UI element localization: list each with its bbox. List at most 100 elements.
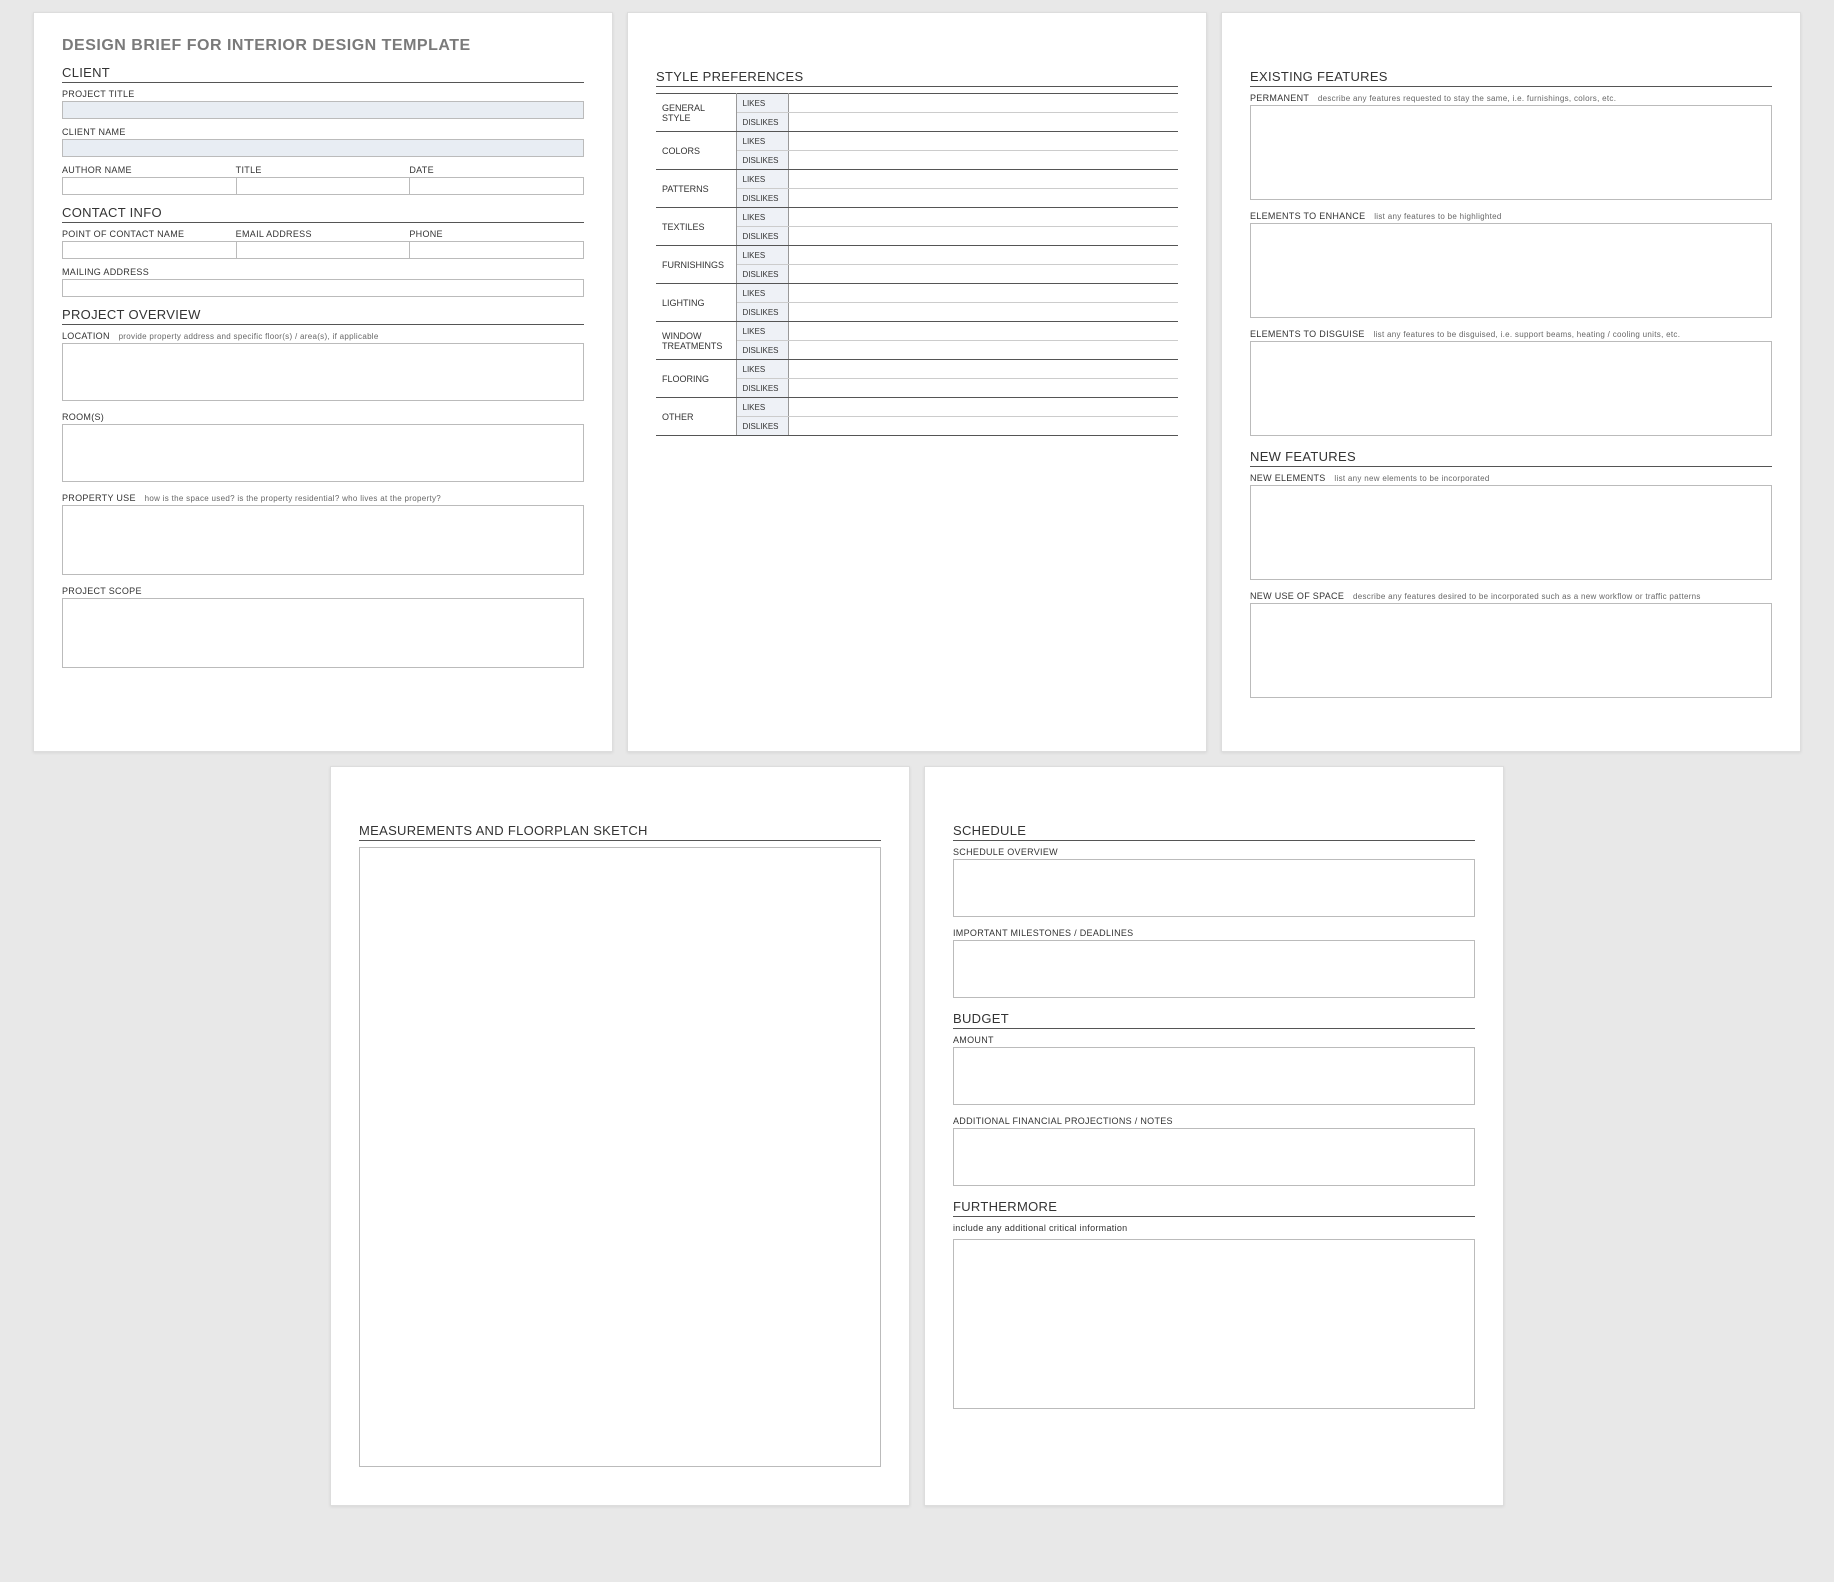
page-5: SCHEDULE SCHEDULE OVERVIEW IMPORTANT MIL… xyxy=(924,766,1504,1506)
pref-dislikes-label: DISLIKES xyxy=(736,189,788,208)
input-disguise[interactable] xyxy=(1250,341,1772,436)
field-schedule-overview: SCHEDULE OVERVIEW xyxy=(953,847,1475,920)
pref-dislikes-value[interactable] xyxy=(788,113,1178,132)
input-email[interactable] xyxy=(236,241,411,259)
pref-likes-value[interactable] xyxy=(788,208,1178,227)
input-phone[interactable] xyxy=(409,241,584,259)
pref-dislikes-value[interactable] xyxy=(788,417,1178,436)
input-milestones[interactable] xyxy=(953,940,1475,998)
field-milestones: IMPORTANT MILESTONES / DEADLINES xyxy=(953,928,1475,1001)
section-furthermore: FURTHERMORE xyxy=(953,1199,1475,1217)
label-disguise-text: ELEMENTS TO DISGUISE xyxy=(1250,329,1365,339)
pref-likes-value[interactable] xyxy=(788,94,1178,113)
section-existing-features: EXISTING FEATURES xyxy=(1250,69,1772,87)
pref-category: PATTERNS xyxy=(656,170,736,208)
pref-dislikes-value[interactable] xyxy=(788,341,1178,360)
field-permanent: PERMANENT describe any features requeste… xyxy=(1250,93,1772,203)
label-schedule-overview: SCHEDULE OVERVIEW xyxy=(953,847,1475,857)
input-project-title[interactable] xyxy=(62,101,584,119)
label-phone: PHONE xyxy=(409,229,584,239)
label-new-use: NEW USE OF SPACE describe any features d… xyxy=(1250,591,1772,601)
page-4: MEASUREMENTS AND FLOORPLAN SKETCH xyxy=(330,766,910,1506)
input-mailing[interactable] xyxy=(62,279,584,297)
label-rooms: ROOM(S) xyxy=(62,412,584,422)
floorplan-sketch-area[interactable] xyxy=(359,847,881,1467)
section-client: CLIENT xyxy=(62,65,584,83)
label-date: DATE xyxy=(409,165,584,175)
pref-likes-value[interactable] xyxy=(788,170,1178,189)
page-1: DESIGN BRIEF FOR INTERIOR DESIGN TEMPLAT… xyxy=(33,12,613,752)
pref-likes-value[interactable] xyxy=(788,398,1178,417)
pref-dislikes-label: DISLIKES xyxy=(736,417,788,436)
field-client-name: CLIENT NAME xyxy=(62,127,584,157)
input-client-name[interactable] xyxy=(62,139,584,157)
hint-enhance: list any features to be highlighted xyxy=(1374,212,1501,221)
label-mailing: MAILING ADDRESS xyxy=(62,267,584,277)
pref-dislikes-value[interactable] xyxy=(788,303,1178,322)
pref-dislikes-label: DISLIKES xyxy=(736,113,788,132)
section-new-features: NEW FEATURES xyxy=(1250,449,1772,467)
pref-likes-label: LIKES xyxy=(736,284,788,303)
pref-category: OTHER xyxy=(656,398,736,436)
pref-dislikes-value[interactable] xyxy=(788,379,1178,398)
input-new-use[interactable] xyxy=(1250,603,1772,698)
input-budget-notes[interactable] xyxy=(953,1128,1475,1186)
label-email: EMAIL ADDRESS xyxy=(236,229,411,239)
pref-dislikes-value[interactable] xyxy=(788,227,1178,246)
pref-dislikes-value[interactable] xyxy=(788,265,1178,284)
input-title[interactable] xyxy=(236,177,411,195)
input-author-name[interactable] xyxy=(62,177,237,195)
field-budget-notes: ADDITIONAL FINANCIAL PROJECTIONS / NOTES xyxy=(953,1116,1475,1189)
pref-likes-value[interactable] xyxy=(788,360,1178,379)
section-project-overview: PROJECT OVERVIEW xyxy=(62,307,584,325)
style-preferences-table: GENERAL STYLELIKES DISLIKES COLORSLIKES … xyxy=(656,93,1178,436)
label-property-use: PROPERTY USE how is the space used? is t… xyxy=(62,493,584,503)
field-amount: AMOUNT xyxy=(953,1035,1475,1108)
label-budget-notes: ADDITIONAL FINANCIAL PROJECTIONS / NOTES xyxy=(953,1116,1475,1126)
row-contact: POINT OF CONTACT NAME EMAIL ADDRESS PHON… xyxy=(62,229,584,259)
input-furthermore[interactable] xyxy=(953,1239,1475,1409)
hint-disguise: list any features to be disguised, i.e. … xyxy=(1374,330,1681,339)
input-new-elements[interactable] xyxy=(1250,485,1772,580)
label-permanent-text: PERMANENT xyxy=(1250,93,1309,103)
pref-likes-label: LIKES xyxy=(736,398,788,417)
label-author-name: AUTHOR NAME xyxy=(62,165,237,175)
section-style-prefs: STYLE PREFERENCES xyxy=(656,69,1178,87)
label-scope: PROJECT SCOPE xyxy=(62,586,584,596)
input-schedule-overview[interactable] xyxy=(953,859,1475,917)
input-enhance[interactable] xyxy=(1250,223,1772,318)
pref-dislikes-label: DISLIKES xyxy=(736,341,788,360)
pref-likes-value[interactable] xyxy=(788,322,1178,341)
hint-property-use: how is the space used? is the property r… xyxy=(145,494,441,503)
pref-dislikes-label: DISLIKES xyxy=(736,227,788,246)
section-contact-info: CONTACT INFO xyxy=(62,205,584,223)
pref-likes-value[interactable] xyxy=(788,284,1178,303)
pref-category: TEXTILES xyxy=(656,208,736,246)
label-location: LOCATION provide property address and sp… xyxy=(62,331,584,341)
document-title: DESIGN BRIEF FOR INTERIOR DESIGN TEMPLAT… xyxy=(62,37,584,55)
pref-likes-value[interactable] xyxy=(788,132,1178,151)
input-rooms[interactable] xyxy=(62,424,584,482)
pref-dislikes-value[interactable] xyxy=(788,151,1178,170)
input-date[interactable] xyxy=(409,177,584,195)
pref-category: WINDOW TREATMENTS xyxy=(656,322,736,360)
pref-dislikes-value[interactable] xyxy=(788,189,1178,208)
row-author-title-date: AUTHOR NAME TITLE DATE xyxy=(62,165,584,195)
input-property-use[interactable] xyxy=(62,505,584,575)
pref-likes-value[interactable] xyxy=(788,246,1178,265)
field-new-elements: NEW ELEMENTS list any new elements to be… xyxy=(1250,473,1772,583)
field-mailing: MAILING ADDRESS xyxy=(62,267,584,297)
page-3: EXISTING FEATURES PERMANENT describe any… xyxy=(1221,12,1801,752)
input-permanent[interactable] xyxy=(1250,105,1772,200)
pref-dislikes-label: DISLIKES xyxy=(736,303,788,322)
input-poc[interactable] xyxy=(62,241,237,259)
input-scope[interactable] xyxy=(62,598,584,668)
label-property-use-text: PROPERTY USE xyxy=(62,493,136,503)
input-amount[interactable] xyxy=(953,1047,1475,1105)
field-scope: PROJECT SCOPE xyxy=(62,586,584,671)
input-location[interactable] xyxy=(62,343,584,401)
page-2: STYLE PREFERENCES GENERAL STYLELIKES DIS… xyxy=(627,12,1207,752)
hint-location: provide property address and specific fl… xyxy=(119,332,379,341)
label-location-text: LOCATION xyxy=(62,331,110,341)
field-location: LOCATION provide property address and sp… xyxy=(62,331,584,404)
